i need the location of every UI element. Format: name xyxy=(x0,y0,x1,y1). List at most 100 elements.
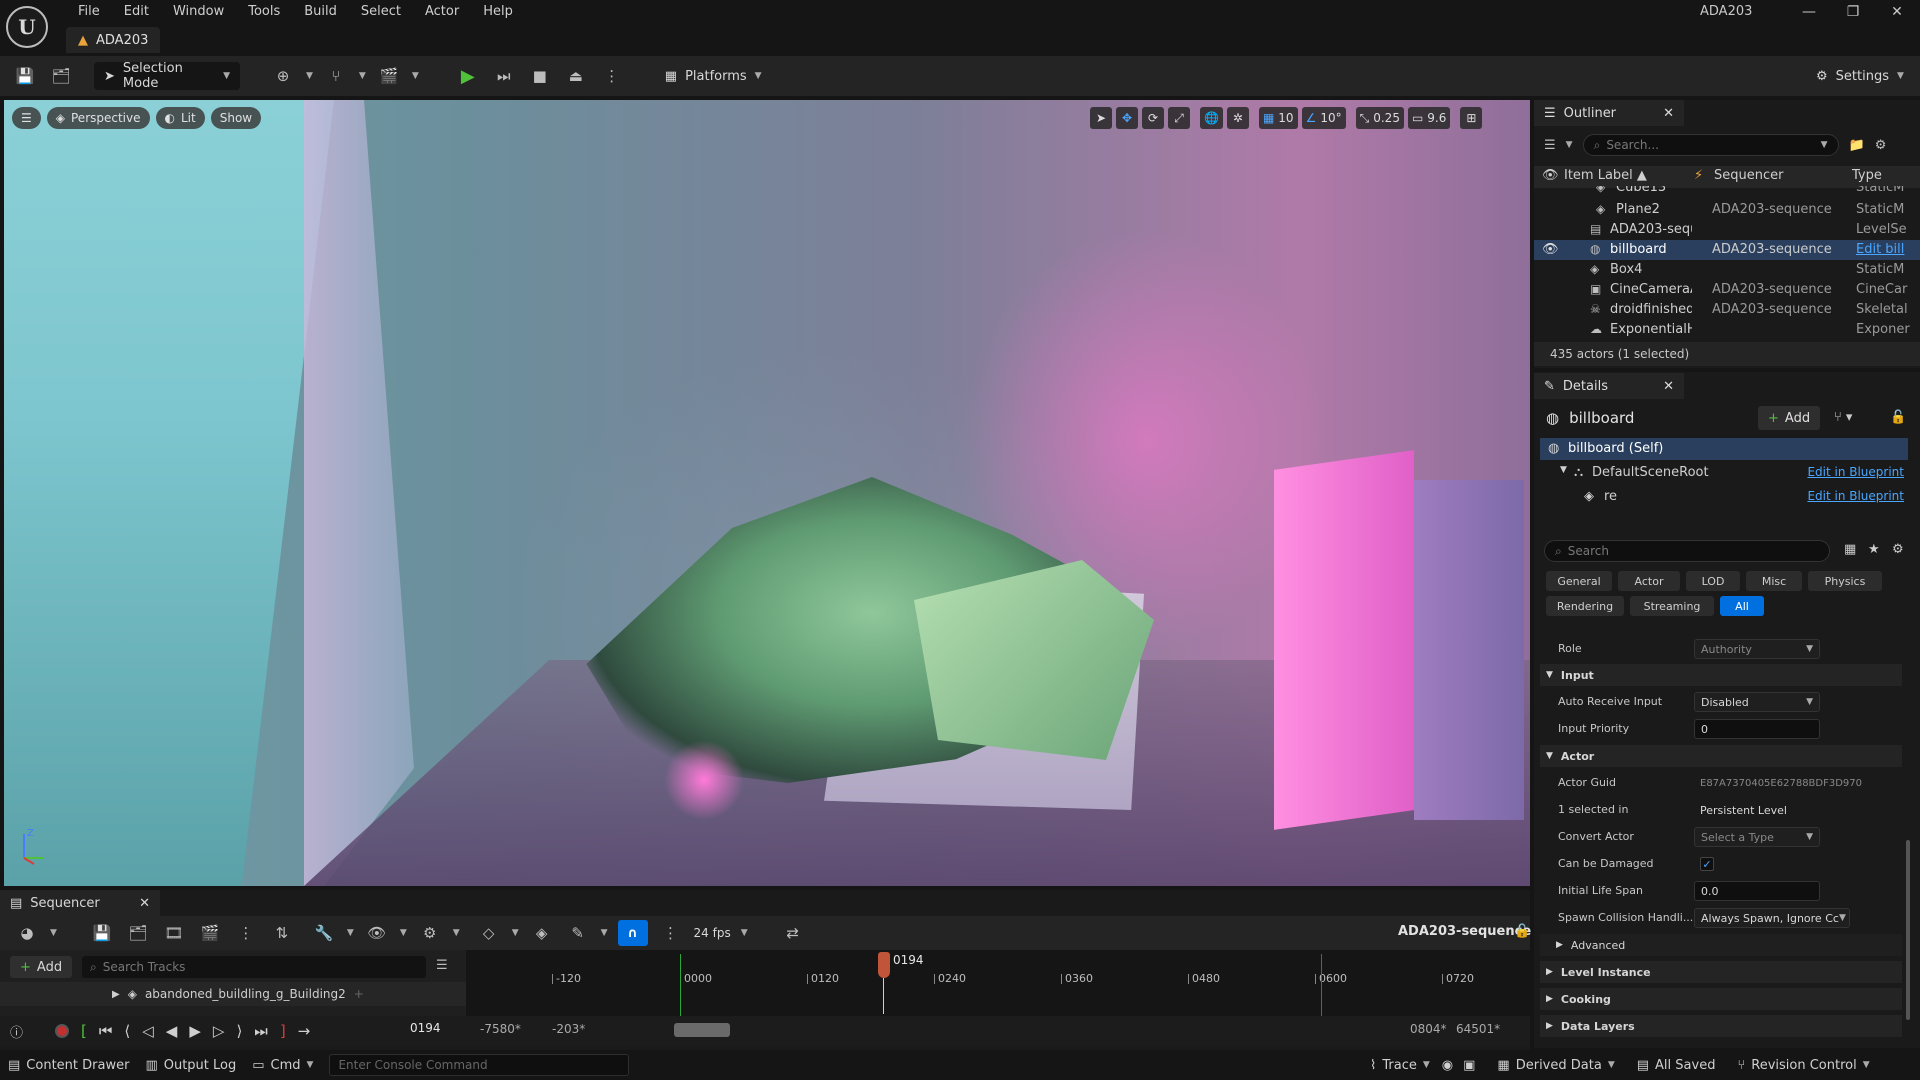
auto-receive-dropdown[interactable]: Disabled ▼ xyxy=(1694,692,1820,712)
current-frame[interactable]: 0194 xyxy=(410,1021,441,1035)
browse-sequence-icon[interactable]: 🗂 xyxy=(125,920,151,946)
outliner-row-selected[interactable]: 👁 ◍ billboard ADA203-sequence Edit bill xyxy=(1534,240,1920,260)
set-end-icon[interactable]: ] xyxy=(280,1022,286,1040)
edit-icon[interactable]: ✎ xyxy=(565,920,591,946)
close-window-icon[interactable]: ✕ xyxy=(1888,4,1906,20)
category-actor[interactable]: ▼ Actor xyxy=(1540,745,1902,767)
initial-life-span-field[interactable]: 0.0 xyxy=(1694,881,1820,901)
table-view-icon[interactable]: ▦ xyxy=(1844,542,1856,557)
outliner-search-input[interactable]: ⌕ Search... ▼ xyxy=(1582,134,1839,156)
loop-icon[interactable]: → xyxy=(298,1022,311,1040)
spawn-collision-dropdown[interactable]: Always Spawn, Ignore Cc ▼ xyxy=(1694,908,1850,928)
chevron-down-icon[interactable]: ▼ xyxy=(306,71,313,81)
set-start-icon[interactable]: [ xyxy=(81,1022,87,1040)
chevron-down-icon[interactable]: ▼ xyxy=(512,928,519,938)
settings-dropdown[interactable]: ⚙ Settings ▼ xyxy=(1806,62,1914,90)
outliner-row[interactable]: ◈ Plane2 ADA203-sequence StaticM xyxy=(1534,200,1920,220)
playback-options-icon[interactable]: ⚙ xyxy=(417,920,443,946)
filter-actor[interactable]: Actor xyxy=(1618,571,1680,591)
content-drawer-button[interactable]: ▤ Content Drawer xyxy=(8,1058,129,1073)
category-input[interactable]: ▼ Input xyxy=(1540,664,1902,686)
show-button[interactable]: Show xyxy=(210,107,262,129)
details-search-input[interactable]: ⌕ Search xyxy=(1544,540,1830,562)
curve-editor-icon[interactable]: ⇅ xyxy=(269,920,295,946)
outliner-row[interactable]: ◈ Box4 StaticM xyxy=(1534,260,1920,280)
close-tab-icon[interactable]: ✕ xyxy=(1663,106,1674,121)
scale-snap-button[interactable]: ⤡ 0.25 xyxy=(1355,107,1404,129)
filter-all[interactable]: All xyxy=(1720,596,1764,616)
chevron-down-icon[interactable]: ▼ xyxy=(601,928,608,938)
menu-actor[interactable]: Actor xyxy=(413,1,471,23)
add-component-button[interactable]: + Add xyxy=(1758,406,1821,430)
add-track-button[interactable]: + Add xyxy=(10,956,73,978)
eye-icon[interactable]: 👁 xyxy=(1542,168,1559,183)
component-row[interactable]: ▼ ⛬ DefaultSceneRoot Edit in Blueprint xyxy=(1540,462,1908,484)
star-icon[interactable]: ★ xyxy=(1868,542,1880,557)
info-icon[interactable]: ⓘ xyxy=(10,1022,23,1041)
gear-icon[interactable]: ⚙ xyxy=(1892,542,1904,557)
blueprint-icon[interactable]: ⑂ xyxy=(323,63,349,89)
category-level-instance[interactable]: ▶ Level Instance xyxy=(1540,961,1902,983)
outliner-tab[interactable]: ☰ Outliner ✕ xyxy=(1534,100,1684,126)
select-tool-icon[interactable]: ➤ xyxy=(1090,107,1112,129)
fps-dropdown[interactable]: 24 fps xyxy=(694,926,731,940)
step-forward-icon[interactable]: ▷ xyxy=(213,1022,225,1040)
lock-icon[interactable]: 🔓 xyxy=(1514,924,1530,939)
viewport-options-button[interactable]: ☰ xyxy=(12,107,41,129)
playback-end-marker[interactable] xyxy=(1321,954,1322,1016)
filter-physics[interactable]: Physics xyxy=(1808,571,1882,591)
selection-mode-dropdown[interactable]: ➤ Selection Mode ▼ xyxy=(94,61,240,91)
row-type-link[interactable]: Edit bill xyxy=(1856,242,1912,257)
console-input[interactable]: Enter Console Command xyxy=(329,1054,630,1076)
world-icon[interactable]: ◕ xyxy=(14,920,40,946)
platforms-dropdown[interactable]: ▦ Platforms ▼ xyxy=(655,62,772,90)
key-icon[interactable]: ◇ xyxy=(476,920,502,946)
snap-options-icon[interactable]: ⋮ xyxy=(658,920,684,946)
viewport-layout-icon[interactable]: ⊞ xyxy=(1460,107,1483,129)
view-range-start[interactable]: -7580* xyxy=(480,1022,521,1036)
add-subtrack-icon[interactable]: + xyxy=(354,987,364,1001)
restore-icon[interactable]: ❐ xyxy=(1844,4,1862,20)
outliner-row[interactable]: ◈ Cube13 StaticM xyxy=(1534,186,1920,198)
derived-data-dropdown[interactable]: ▦ Derived Data ▼ xyxy=(1497,1058,1614,1073)
eye-icon[interactable]: 👁 xyxy=(1542,242,1559,257)
col-item-label[interactable]: Item Label ▲ xyxy=(1564,168,1647,183)
menu-edit[interactable]: Edit xyxy=(112,1,161,23)
component-row[interactable]: ◈ re Edit in Blueprint xyxy=(1540,486,1908,508)
surface-snap-icon[interactable]: ✲ xyxy=(1226,107,1249,129)
grid-snap-button[interactable]: ▦ 10 xyxy=(1258,107,1298,129)
clapper-icon[interactable]: 🎬 xyxy=(197,920,223,946)
world-local-icon[interactable]: 🌐 xyxy=(1200,107,1223,129)
eject-icon[interactable]: ⏏ xyxy=(563,63,589,89)
jump-start-icon[interactable]: ⏮ xyxy=(99,1022,113,1040)
step-back-icon[interactable]: ◁ xyxy=(142,1022,154,1040)
filter-icon[interactable]: ☰ xyxy=(1544,138,1556,153)
next-key-icon[interactable]: ⟩ xyxy=(236,1022,242,1040)
tools-icon[interactable]: 🔧 xyxy=(311,920,337,946)
lock-icon[interactable]: 🔓 xyxy=(1890,410,1906,425)
save-sequence-icon[interactable]: 💾 xyxy=(89,920,115,946)
play-forward-icon[interactable]: ▶ xyxy=(189,1022,201,1040)
level-viewport[interactable] xyxy=(4,100,1530,886)
cinematics-icon[interactable]: 🎬 xyxy=(376,63,402,89)
category-data-layers[interactable]: ▶ Data Layers xyxy=(1540,1015,1902,1037)
close-tab-icon[interactable]: ✕ xyxy=(139,896,150,911)
revision-control-dropdown[interactable]: ⑂ Revision Control ▼ xyxy=(1737,1058,1869,1073)
camera-speed-button[interactable]: ▭ 9.6 xyxy=(1407,107,1451,129)
scale-tool-icon[interactable]: ⤢ xyxy=(1168,107,1190,129)
level-tab[interactable]: ▲ ADA203 xyxy=(66,27,161,53)
timeline-scrollbar[interactable] xyxy=(674,1023,730,1037)
perspective-button[interactable]: ◈ Perspective xyxy=(46,107,150,129)
menu-select[interactable]: Select xyxy=(349,1,413,23)
chevron-down-icon[interactable]: ▼ xyxy=(741,928,748,938)
category-advanced[interactable]: ▶ Advanced xyxy=(1540,934,1902,956)
chevron-down-icon[interactable]: ▼ xyxy=(412,71,419,81)
jump-end-icon[interactable]: ⏭ xyxy=(254,1022,268,1040)
col-type[interactable]: Type xyxy=(1852,168,1882,183)
outliner-row[interactable]: ☁ ExponentialHe Exponer xyxy=(1534,320,1920,340)
filter-general[interactable]: General xyxy=(1546,571,1612,591)
playhead-handle[interactable] xyxy=(878,952,890,978)
menu-build[interactable]: Build xyxy=(292,1,349,23)
track-row[interactable]: ▶ ◈ abandoned_buildling_g_Building2 + xyxy=(0,982,466,1006)
details-tab[interactable]: ✎ Details ✕ xyxy=(1534,373,1684,399)
